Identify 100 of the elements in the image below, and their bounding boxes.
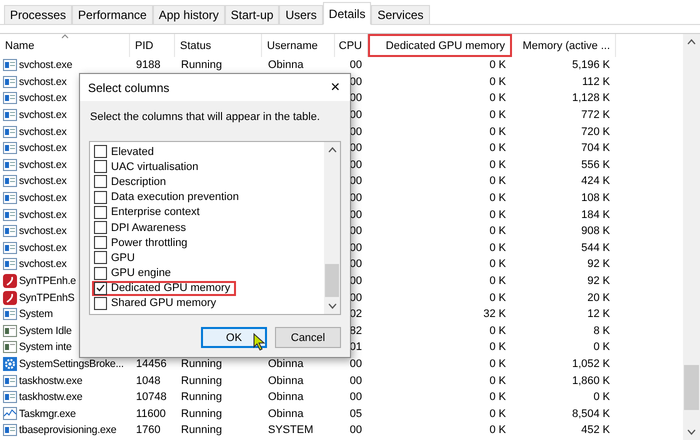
table-cell: 184 K	[581, 208, 610, 221]
column-header[interactable]: Dedicated GPU memory	[368, 34, 512, 57]
swirl-icon	[3, 274, 17, 288]
table-cell: taskhostw.exe	[19, 374, 82, 387]
window-icon	[3, 175, 17, 188]
window-icon	[3, 324, 17, 337]
column-header[interactable]: PID	[130, 34, 175, 57]
table-cell: 1,128 K	[572, 92, 610, 104]
checkbox[interactable]	[94, 266, 107, 280]
table-cell: tbaseprovisioning.exe	[19, 424, 116, 436]
table-cell: 8,504 K	[572, 408, 610, 420]
column-header[interactable]: CPU	[335, 34, 368, 57]
window-icon	[3, 225, 17, 238]
table-cell: 112 K	[582, 76, 610, 88]
column-header[interactable]: Name	[0, 34, 130, 57]
table-cell: svchost.ex	[19, 126, 67, 138]
column-header[interactable]: Status	[175, 34, 262, 57]
checkbox-option[interactable]: Description	[92, 174, 172, 190]
checkbox-option[interactable]: Shared GPU memory	[92, 296, 222, 312]
table-cell: 0 K	[489, 324, 506, 337]
window-icon	[3, 192, 17, 204]
scrollbar-thumb[interactable]	[684, 365, 699, 410]
tab[interactable]: Services	[371, 5, 430, 24]
table-cell: SynTPEnhS	[19, 292, 74, 304]
checkbox-option[interactable]: GPU engine	[92, 266, 177, 281]
checkbox-option[interactable]: Data execution prevention	[92, 190, 245, 205]
checkbox[interactable]	[94, 251, 107, 264]
scroll-down-icon[interactable]	[687, 429, 696, 435]
table-cell: taskhostw.exe	[19, 391, 82, 404]
scroll-down-icon[interactable]	[328, 303, 336, 309]
scrollbar-thumb[interactable]	[325, 264, 339, 297]
window-icon	[3, 308, 17, 320]
checkbox-option[interactable]: Elevated	[92, 144, 160, 160]
checkbox-option[interactable]: DPI Awareness	[92, 220, 192, 236]
scroll-up-icon[interactable]	[687, 39, 696, 45]
checkbox[interactable]	[94, 145, 107, 158]
table-cell: Running	[181, 358, 222, 370]
window-icon	[3, 76, 17, 88]
table-cell: 704 K	[581, 142, 610, 154]
scrollbar[interactable]	[683, 34, 700, 440]
checkbox[interactable]	[94, 296, 107, 310]
table-cell: 00	[350, 358, 362, 370]
close-button[interactable]: ×	[324, 78, 346, 96]
tab[interactable]: Start-up	[224, 5, 280, 24]
table-cell: 452 K	[581, 424, 610, 436]
table-cell: 9188	[136, 59, 160, 72]
table-cell: 92 K	[587, 258, 610, 270]
table-cell: Obinna	[268, 358, 304, 370]
tab[interactable]: Performance	[72, 5, 153, 24]
table-cell: Running	[181, 408, 222, 420]
table-cell: 00	[350, 391, 362, 404]
table-cell: svchost.ex	[19, 258, 67, 270]
table-cell: 14456	[136, 358, 167, 370]
tab[interactable]: Details	[322, 2, 372, 25]
table-cell: svchost.ex	[19, 242, 67, 254]
swirl-icon	[3, 290, 17, 305]
table-cell: 11600	[136, 408, 166, 420]
table-cell: svchost.ex	[19, 175, 67, 188]
table-cell: 0 K	[489, 158, 506, 171]
table-cell: Obinna	[268, 374, 304, 387]
dialog-button[interactable]: OK	[201, 327, 267, 348]
table-cell: 720 K	[581, 126, 610, 138]
column-header[interactable]: Username	[262, 34, 335, 57]
checkbox[interactable]	[94, 206, 107, 219]
table-cell: 0 K	[489, 424, 506, 436]
table-cell: 0 K	[489, 192, 506, 204]
checkbox-option[interactable]: Power throttling	[92, 235, 194, 250]
table-cell: 108 K	[581, 192, 610, 204]
tab[interactable]: Processes	[4, 5, 72, 24]
tab[interactable]: Users	[279, 5, 323, 24]
tab[interactable]: App history	[152, 5, 225, 24]
table-cell: 424 K	[581, 175, 610, 188]
checkbox-option[interactable]: UAC virtualisation	[92, 159, 204, 174]
list-scrollbar[interactable]	[324, 142, 340, 314]
table-cell: 8 K	[593, 324, 610, 337]
table-cell: 0 K	[489, 358, 506, 370]
checkbox-option[interactable]: Enterprise context	[92, 204, 206, 220]
table-cell: 0 K	[489, 225, 506, 238]
checkbox-option[interactable]: GPU	[92, 250, 141, 266]
checkbox[interactable]	[94, 175, 107, 188]
column-header[interactable]: Memory (active ...	[512, 34, 616, 57]
table-cell: 0 K	[489, 175, 506, 188]
table-cell: Running	[181, 374, 222, 387]
table-cell: Running	[181, 391, 222, 404]
table-cell: 0 K	[489, 142, 506, 154]
checkbox[interactable]	[94, 236, 107, 250]
table-cell: 0 K	[489, 208, 506, 221]
checkbox[interactable]	[94, 190, 107, 204]
table-cell: System Idle	[19, 324, 72, 337]
checkbox-option[interactable]: Dedicated GPU memory	[92, 280, 236, 296]
checkbox[interactable]	[94, 282, 107, 295]
checkbox[interactable]	[94, 221, 107, 234]
table-cell: 0 K	[489, 391, 506, 404]
dialog-button[interactable]: Cancel	[275, 327, 341, 348]
table-cell: svchost.ex	[19, 208, 67, 221]
checkbox[interactable]	[94, 160, 107, 174]
scroll-up-icon[interactable]	[328, 147, 336, 153]
table-cell: 556 K	[581, 158, 610, 171]
table-cell: 00	[350, 59, 362, 72]
table-cell: 00	[350, 424, 362, 436]
